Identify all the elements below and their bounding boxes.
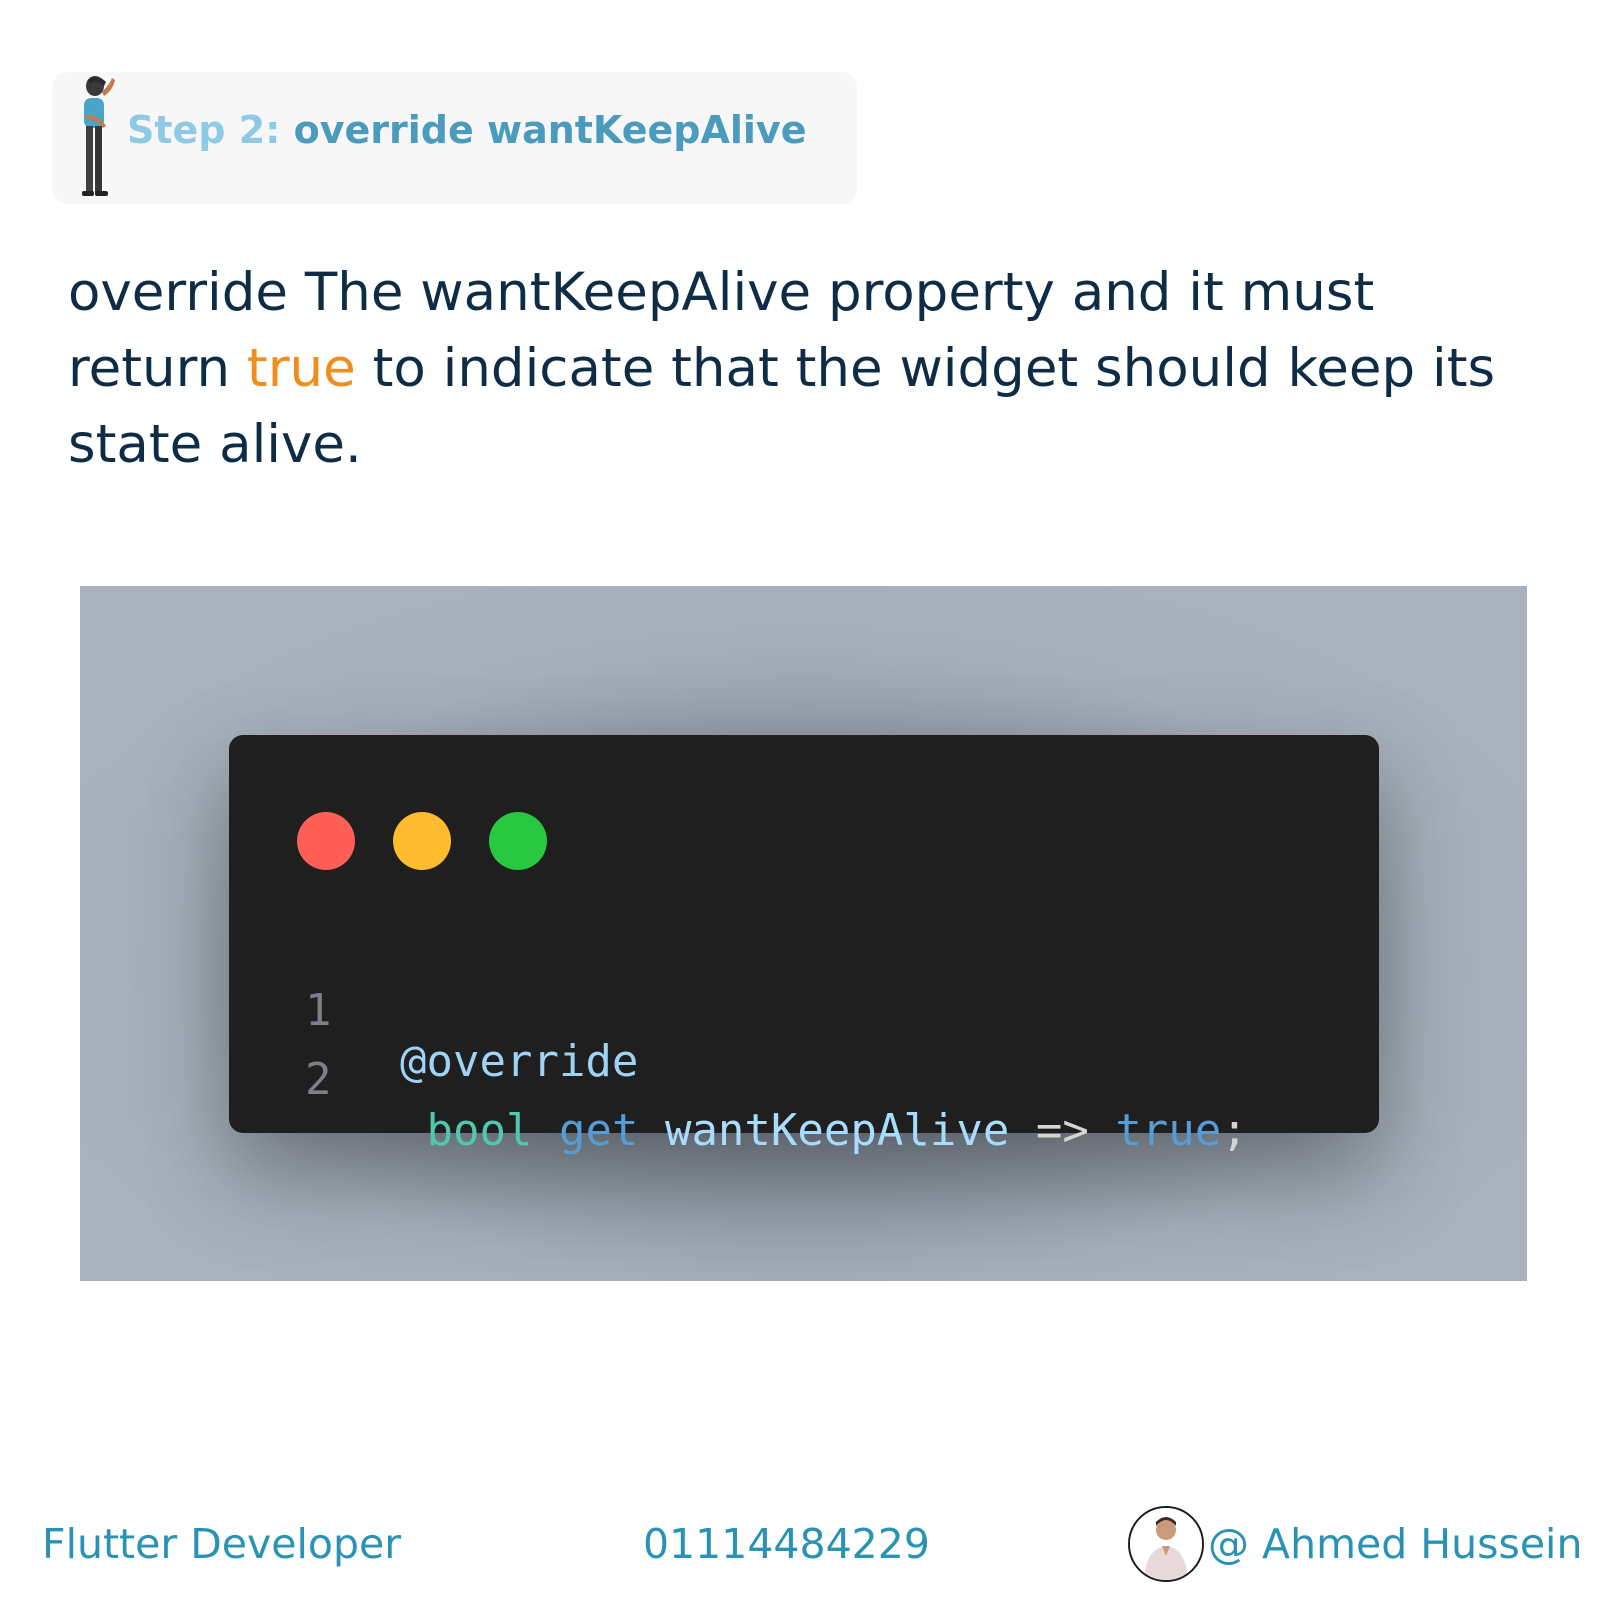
code-keyword: get [558,1105,639,1156]
code-type: bool [426,1105,533,1156]
window-minimize-dot [393,812,451,870]
code-operator: => [1035,1105,1089,1156]
code-line-2: 2 bool get wantKeepAlive => true; [229,1003,1248,1207]
line-number: 2 [305,1054,332,1105]
profile-avatar [1128,1506,1204,1582]
thinking-person-icon [82,76,115,196]
window-close-dot [297,812,355,870]
code-semicolon: ; [1221,1105,1248,1156]
code-literal: true [1115,1105,1222,1156]
step-number: Step 2: [127,108,281,152]
footer-name: @ Ahmed Hussein [1208,1520,1583,1568]
footer-role: Flutter Developer [42,1520,402,1568]
description-highlight: true [246,338,356,399]
code-identifier: wantKeepAlive [664,1105,1010,1156]
code-annotation: @override [400,1036,639,1087]
step-heading: override wantKeepAlive [293,108,807,152]
avatar-photo-icon [1130,1508,1202,1580]
window-maximize-dot [489,812,547,870]
code-window: 1 @override 2 bool get wantKeepAlive => … [229,735,1379,1156]
step-title: Step 2: override wantKeepAlive [127,108,806,152]
description-text: override The wantKeepAlive property and … [68,255,1548,483]
footer-phone: 01114484229 [643,1520,930,1568]
